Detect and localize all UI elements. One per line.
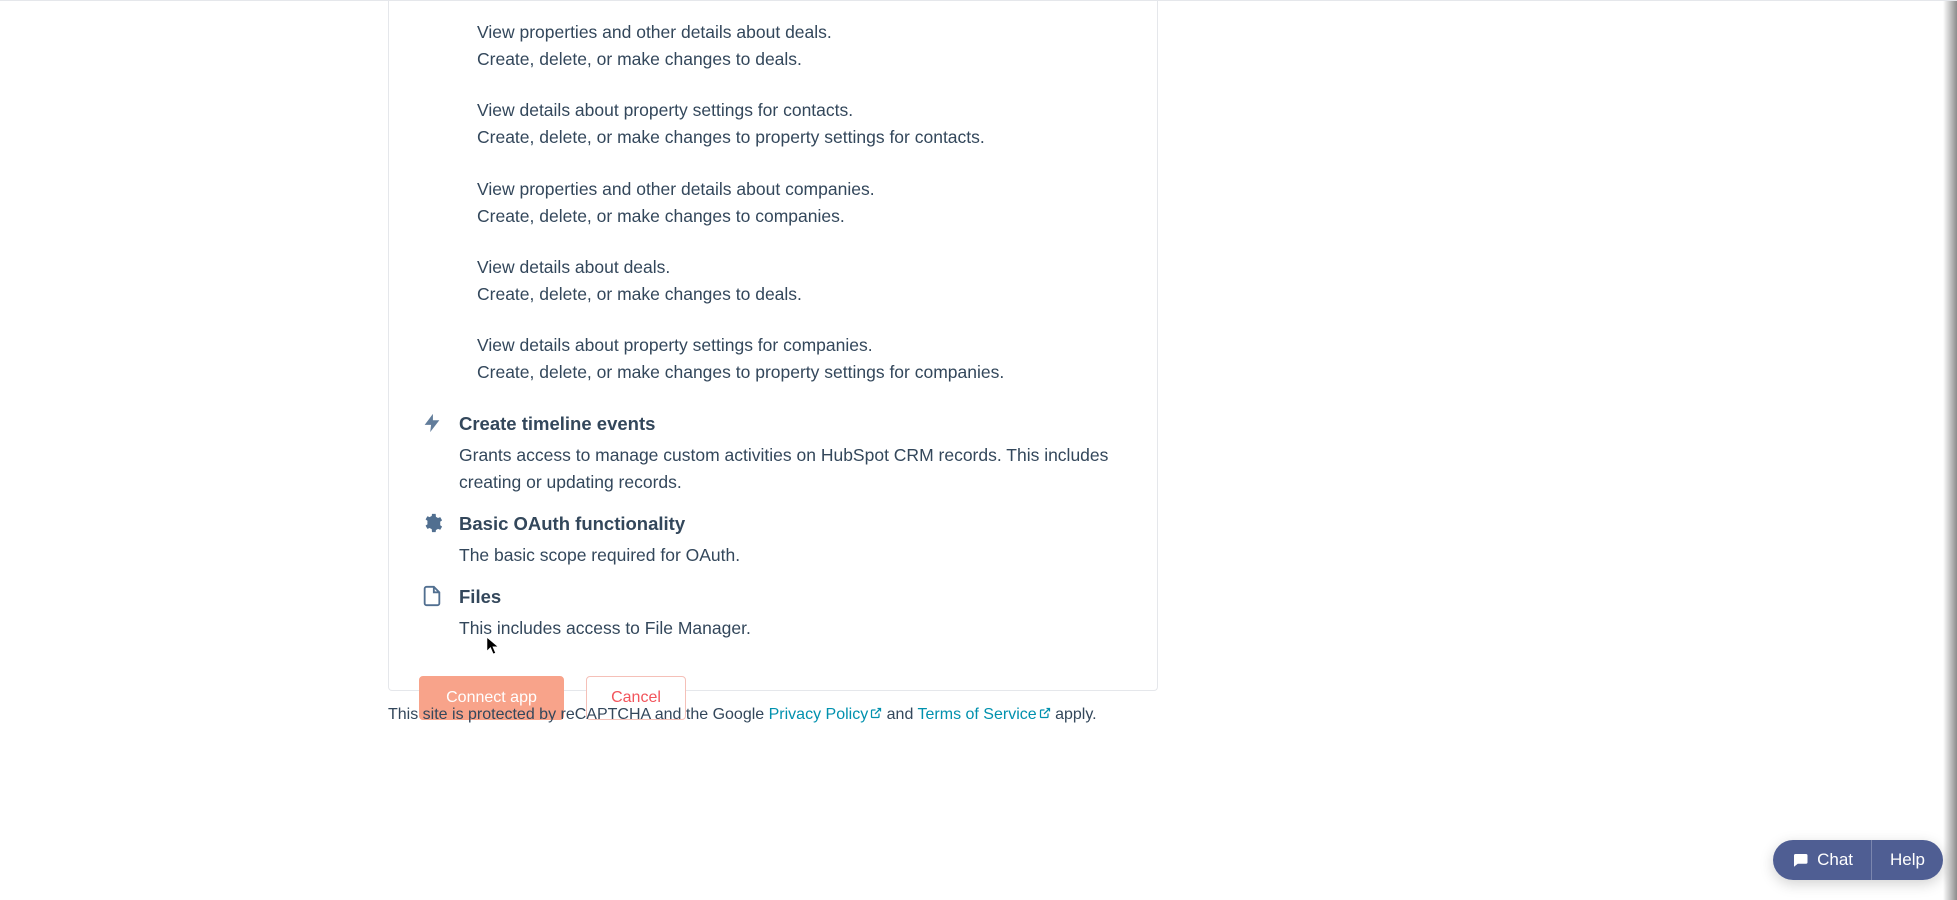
chat-icon bbox=[1791, 851, 1809, 869]
permission-view-text: View details about deals. bbox=[477, 254, 1127, 281]
permission-group: View properties and other details about … bbox=[477, 19, 1127, 73]
section-desc: Grants access to manage custom activitie… bbox=[459, 442, 1127, 496]
footer-and: and bbox=[887, 706, 918, 723]
chat-button[interactable]: Chat bbox=[1773, 840, 1871, 880]
file-icon bbox=[421, 585, 443, 607]
gear-icon bbox=[421, 512, 443, 534]
permission-group: View details about property settings for… bbox=[477, 97, 1127, 151]
permission-view-text: View details about property settings for… bbox=[477, 97, 1127, 124]
permission-list: View properties and other details about … bbox=[477, 19, 1127, 386]
permission-group: View properties and other details about … bbox=[477, 176, 1127, 230]
recaptcha-footer: This site is protected by reCAPTCHA and … bbox=[388, 703, 1097, 727]
permission-view-text: View properties and other details about … bbox=[477, 176, 1127, 203]
external-link-icon bbox=[870, 707, 882, 719]
section-title: Files bbox=[459, 583, 1127, 611]
lightning-icon bbox=[421, 412, 443, 434]
section-oauth: Basic OAuth functionality The basic scop… bbox=[419, 510, 1127, 569]
terms-of-service-link[interactable]: Terms of Service bbox=[918, 706, 1051, 723]
privacy-policy-link[interactable]: Privacy Policy bbox=[769, 706, 883, 723]
section-timeline: Create timeline events Grants access to … bbox=[419, 410, 1127, 496]
help-widget-group: Chat Help bbox=[1773, 840, 1943, 880]
section-title: Basic OAuth functionality bbox=[459, 510, 1127, 538]
section-desc: The basic scope required for OAuth. bbox=[459, 542, 1127, 569]
permission-edit-text: Create, delete, or make changes to deals… bbox=[477, 281, 1127, 308]
permission-edit-text: Create, delete, or make changes to prope… bbox=[477, 124, 1127, 151]
footer-prefix: This site is protected by reCAPTCHA and … bbox=[388, 706, 769, 723]
oauth-consent-card: View properties and other details about … bbox=[388, 1, 1158, 691]
permission-edit-text: Create, delete, or make changes to deals… bbox=[477, 46, 1127, 73]
permission-edit-text: Create, delete, or make changes to prope… bbox=[477, 359, 1127, 386]
window-shadow bbox=[1539, 1, 1957, 900]
section-title: Create timeline events bbox=[459, 410, 1127, 438]
permission-group: View details about deals. Create, delete… bbox=[477, 254, 1127, 308]
help-label: Help bbox=[1890, 850, 1925, 870]
permission-view-text: View properties and other details about … bbox=[477, 19, 1127, 46]
section-files: Files This includes access to File Manag… bbox=[419, 583, 1127, 642]
permission-view-text: View details about property settings for… bbox=[477, 332, 1127, 359]
external-link-icon bbox=[1039, 707, 1051, 719]
permission-edit-text: Create, delete, or make changes to compa… bbox=[477, 203, 1127, 230]
chat-label: Chat bbox=[1817, 850, 1853, 870]
footer-suffix: apply. bbox=[1055, 706, 1097, 723]
section-desc: This includes access to File Manager. bbox=[459, 615, 1127, 642]
help-button[interactable]: Help bbox=[1871, 840, 1943, 880]
permission-group: View details about property settings for… bbox=[477, 332, 1127, 386]
